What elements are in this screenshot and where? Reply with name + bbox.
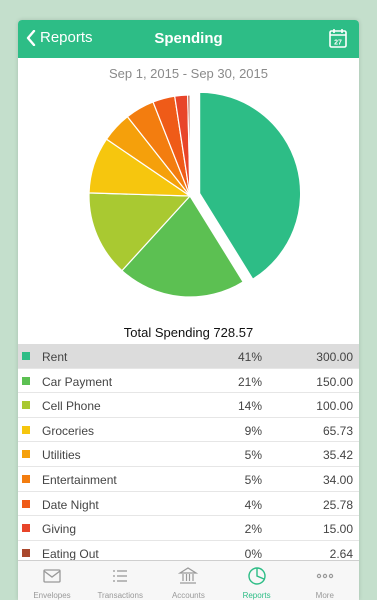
category-color-swatch	[22, 474, 30, 483]
category-amount: 100.00	[316, 399, 353, 414]
tab-transactions[interactable]: Transactions	[86, 561, 154, 600]
tab-label: Accounts	[171, 591, 205, 600]
category-row[interactable]: Date Night 4% 25.78	[18, 492, 359, 517]
category-name: Entertainment	[42, 472, 117, 487]
category-row[interactable]: Entertainment 5% 34.00	[18, 467, 359, 492]
category-name: Utilities	[42, 448, 81, 463]
category-amount: 150.00	[316, 374, 353, 389]
spending-pie-chart	[88, 91, 302, 298]
category-percent: 14%	[237, 399, 262, 414]
pie-chart-icon	[247, 567, 266, 585]
category-color-swatch	[22, 524, 30, 533]
category-list: Rent 41% 300.00 Car Payment 21% 150.00 Cell Ph…	[18, 344, 359, 566]
category-color-swatch	[22, 401, 30, 410]
tab-envelopes[interactable]: Envelopes	[18, 561, 86, 600]
category-amount: 65.73	[322, 423, 353, 438]
category-percent: 4%	[244, 497, 262, 512]
category-percent: 5%	[244, 448, 262, 463]
envelope-icon	[43, 569, 61, 583]
tab-reports[interactable]: Reports	[223, 561, 291, 600]
category-amount: 2.64	[329, 546, 353, 561]
category-name: Date Night	[42, 497, 99, 512]
category-percent: 5%	[244, 472, 262, 487]
total-spending: Total Spending 728.57	[123, 325, 254, 340]
category-percent: 2%	[244, 522, 262, 537]
category-color-swatch	[22, 352, 30, 360]
category-name: Car Payment	[42, 374, 113, 389]
tab-label: Envelopes	[33, 591, 71, 600]
category-name: Cell Phone	[42, 399, 101, 414]
category-color-swatch	[22, 376, 30, 385]
tab-accounts[interactable]: Accounts	[154, 561, 222, 600]
category-row[interactable]: Cell Phone 14% 100.00	[18, 393, 359, 418]
tab-label: Transactions	[97, 591, 143, 600]
tab-more[interactable]: More	[291, 561, 359, 600]
category-percent: 41%	[237, 350, 262, 364]
category-name: Rent	[42, 350, 68, 364]
category-row[interactable]: Rent 41% 300.00	[18, 344, 359, 369]
category-color-swatch	[22, 450, 30, 459]
category-amount: 35.42	[322, 448, 353, 463]
category-amount: 15.00	[322, 522, 353, 537]
category-row[interactable]: Utilities 5% 35.42	[18, 442, 359, 467]
more-icon	[316, 573, 333, 579]
tab-label: Reports	[242, 591, 271, 600]
category-name: Eating Out	[42, 546, 99, 561]
category-color-swatch	[22, 425, 30, 434]
list-icon	[113, 570, 128, 582]
category-name: Groceries	[42, 423, 95, 438]
tab-label: More	[315, 591, 334, 600]
bank-icon	[178, 567, 199, 584]
category-percent: 0%	[244, 546, 262, 561]
category-percent: 21%	[237, 374, 262, 389]
category-row[interactable]: Groceries 9% 65.73	[18, 418, 359, 443]
tab-bar: Envelopes Transactions Accounts Reports More	[18, 560, 359, 600]
category-color-swatch	[22, 548, 30, 557]
category-row[interactable]: Car Payment 21% 150.00	[18, 369, 359, 394]
category-row[interactable]: Giving 2% 15.00	[18, 516, 359, 541]
app-screen: Reports Spending 27 Sep 1, 2015 - Sep 30…	[18, 20, 359, 600]
category-amount: 34.00	[322, 472, 353, 487]
category-amount: 300.00	[316, 350, 353, 364]
category-name: Giving	[42, 522, 77, 537]
category-color-swatch	[22, 499, 30, 508]
category-amount: 25.78	[322, 497, 353, 512]
category-percent: 9%	[244, 423, 262, 438]
